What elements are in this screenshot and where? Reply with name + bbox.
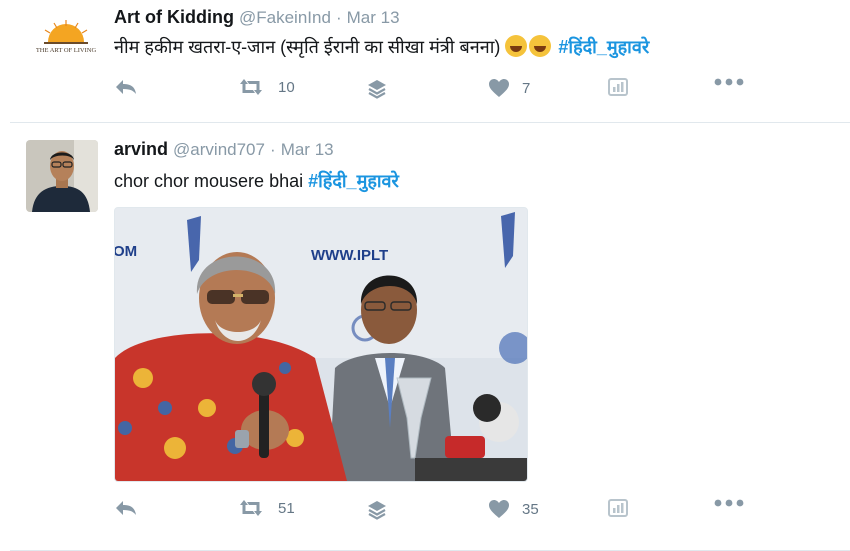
tweet[interactable]: arvind @arvind707 · Mar 13 chor chor mou…: [10, 123, 850, 551]
tweet-body: chor chor mousere bhai: [114, 171, 309, 191]
tweet-text: नीम हकीम खतरा-ए-जान (स्मृति ईरानी का सीख…: [114, 35, 649, 59]
press-conference-photo: OM WWW.IPLT: [115, 208, 527, 481]
separator-dot: ·: [270, 140, 276, 159]
reply-button[interactable]: [114, 499, 138, 517]
retweet-icon: [240, 79, 262, 95]
tweet[interactable]: THE ART OF LIVING Art of Kidding @Fakein…: [10, 0, 850, 123]
add-to-moment-button[interactable]: [366, 499, 388, 521]
tweet-text: chor chor mousere bhai #हिंदी_मुहावरे: [114, 169, 399, 193]
laughing-emoji-icon: [529, 35, 552, 57]
reply-icon: [116, 80, 136, 94]
tweet-header: Art of Kidding @FakeinInd · Mar 13: [114, 7, 400, 28]
separator-dot: ·: [335, 8, 342, 27]
user-avatar-photo: [26, 140, 98, 212]
user-handle[interactable]: @FakeinInd: [239, 8, 331, 27]
layers-icon: [368, 80, 386, 99]
analytics-button[interactable]: [608, 499, 628, 517]
like-count: 7: [522, 79, 531, 97]
more-dots-icon: [714, 499, 744, 507]
svg-text:OM: OM: [115, 243, 137, 260]
analytics-button[interactable]: [608, 78, 628, 96]
svg-text:THE ART OF LIVING: THE ART OF LIVING: [36, 47, 97, 54]
heart-icon: [489, 79, 509, 97]
retweet-count: 10: [278, 78, 295, 96]
user-handle[interactable]: @arvind707: [173, 140, 265, 159]
more-options-button[interactable]: [714, 499, 744, 507]
like-count: 35: [522, 500, 539, 518]
analytics-icon: [608, 78, 628, 96]
hashtag-link[interactable]: #हिंदी_मुहावरे: [308, 171, 399, 191]
layers-icon: [368, 501, 386, 520]
art-of-living-logo: THE ART OF LIVING: [26, 18, 106, 58]
timestamp[interactable]: Mar 13: [281, 140, 334, 159]
analytics-icon: [608, 499, 628, 517]
tweet-header: arvind @arvind707 · Mar 13: [114, 139, 334, 160]
more-dots-icon: [714, 78, 744, 86]
reply-icon: [116, 501, 136, 515]
tweet-media-photo[interactable]: OM WWW.IPLT: [114, 207, 528, 482]
display-name[interactable]: Art of Kidding: [114, 7, 234, 27]
avatar[interactable]: THE ART OF LIVING: [26, 18, 106, 58]
heart-icon: [489, 500, 509, 518]
tweet-actions: 51 35: [114, 499, 850, 523]
laughing-emoji-icon: [505, 35, 528, 57]
add-to-moment-button[interactable]: [366, 78, 388, 100]
svg-text:WWW.IPLT: WWW.IPLT: [311, 247, 388, 264]
tweet-actions: 10 7: [114, 78, 850, 102]
like-button[interactable]: 35: [488, 499, 539, 519]
retweet-button[interactable]: 51: [236, 499, 295, 517]
retweet-button[interactable]: 10: [236, 78, 295, 96]
display-name[interactable]: arvind: [114, 139, 168, 159]
avatar[interactable]: [26, 140, 98, 212]
more-options-button[interactable]: [714, 78, 744, 86]
hashtag-link[interactable]: #हिंदी_मुहावरे: [558, 37, 649, 57]
reply-button[interactable]: [114, 78, 138, 96]
retweet-icon: [240, 500, 262, 516]
like-button[interactable]: 7: [488, 78, 530, 98]
retweet-count: 51: [278, 499, 295, 517]
tweet-body: नीम हकीम खतरा-ए-जान (स्मृति ईरानी का सीख…: [114, 37, 506, 57]
timestamp[interactable]: Mar 13: [347, 8, 400, 27]
